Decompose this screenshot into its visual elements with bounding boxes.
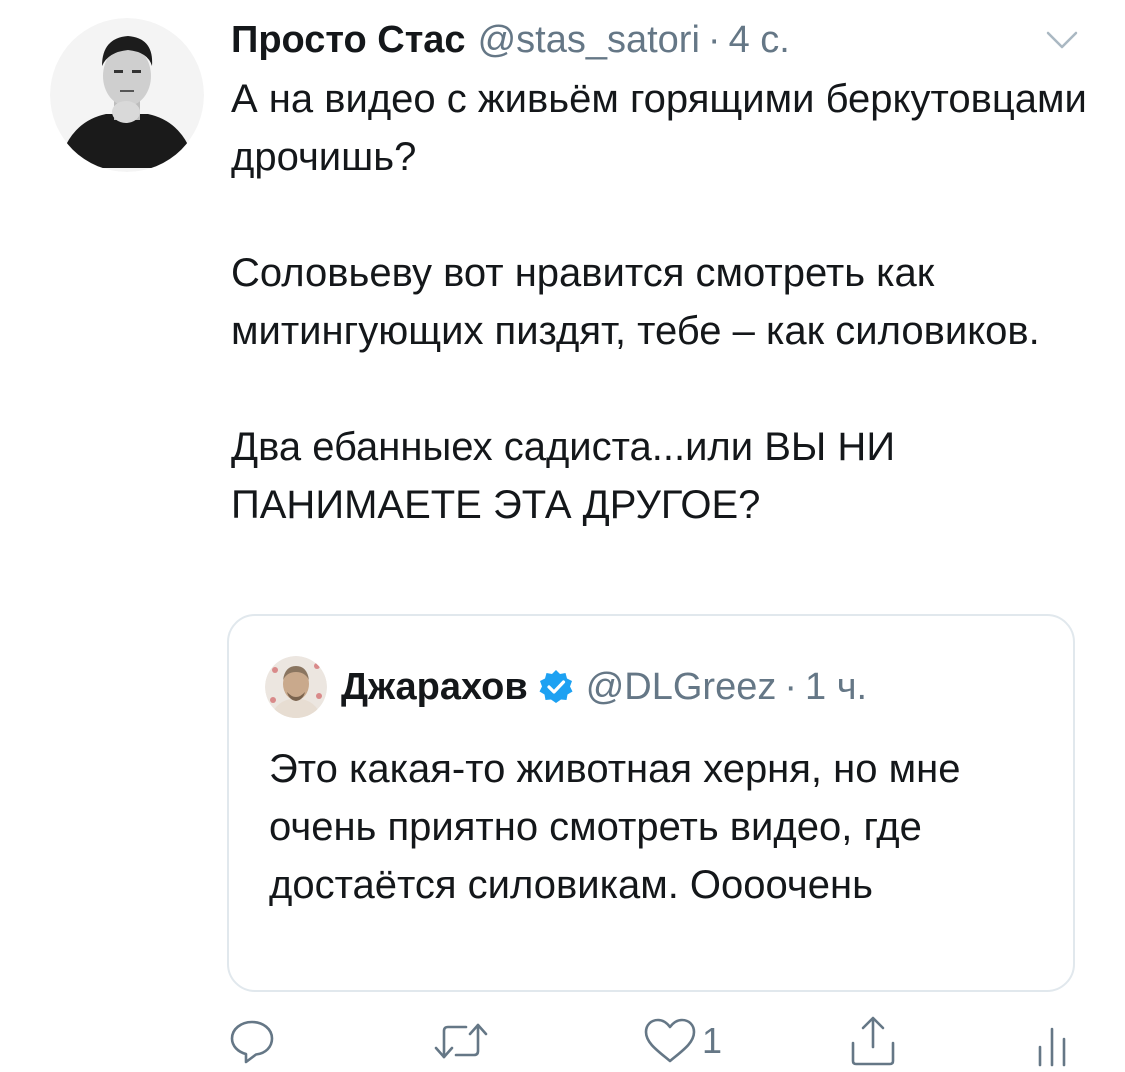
tweet[interactable]: Просто Стас @stas_satori · 4 с. А на вид…	[0, 0, 1125, 1072]
tweet-header: Просто Стас @stas_satori · 4 с.	[231, 12, 790, 68]
tweet-paragraph: Соловьеву вот нравится смотреть как мити…	[231, 251, 1040, 353]
handle[interactable]: @stas_satori	[478, 19, 700, 62]
retweet-button[interactable]	[432, 1010, 490, 1072]
reply-button[interactable]	[228, 1010, 276, 1072]
action-bar: 1	[0, 1010, 1125, 1072]
share-button[interactable]	[848, 1010, 898, 1072]
heart-icon	[644, 1018, 696, 1063]
retweet-icon	[434, 1023, 488, 1059]
timestamp[interactable]: 4 с.	[729, 19, 790, 62]
quoted-handle[interactable]: @DLGreez	[586, 666, 777, 709]
like-button[interactable]: 1	[642, 1010, 722, 1072]
quoted-header: Джарахов @DLGreez · 1 ч.	[341, 658, 867, 716]
separator-dot: ·	[784, 665, 798, 708]
quoted-text: Это какая-то животная херня, но мне очен…	[269, 747, 961, 907]
share-icon	[851, 1016, 895, 1066]
tweet-paragraph: А на видео с живьём горящими беркутовцам…	[231, 77, 1087, 179]
separator-dot: ·	[707, 18, 721, 61]
analytics-button[interactable]	[1034, 1010, 1070, 1072]
quoted-display-name[interactable]: Джарахов	[341, 666, 528, 709]
avatar[interactable]	[50, 18, 204, 172]
tweet-paragraph: Два ебанныех садиста...или ВЫ НИ ПАНИМАЕ…	[231, 425, 896, 527]
reply-icon	[230, 1020, 274, 1064]
verified-badge-icon	[539, 670, 573, 703]
analytics-icon	[1038, 1027, 1066, 1067]
chevron-down-icon[interactable]	[1044, 28, 1080, 52]
like-count: 1	[702, 1020, 723, 1061]
quoted-tweet[interactable]: Джарахов @DLGreez · 1 ч. Это какая-то жи…	[227, 614, 1075, 992]
quoted-avatar[interactable]	[265, 656, 327, 718]
tweet-text: А на видео с живьём горящими беркутовцам…	[231, 70, 1091, 534]
display-name[interactable]: Просто Стас	[231, 19, 466, 62]
quoted-timestamp[interactable]: 1 ч.	[805, 666, 867, 709]
